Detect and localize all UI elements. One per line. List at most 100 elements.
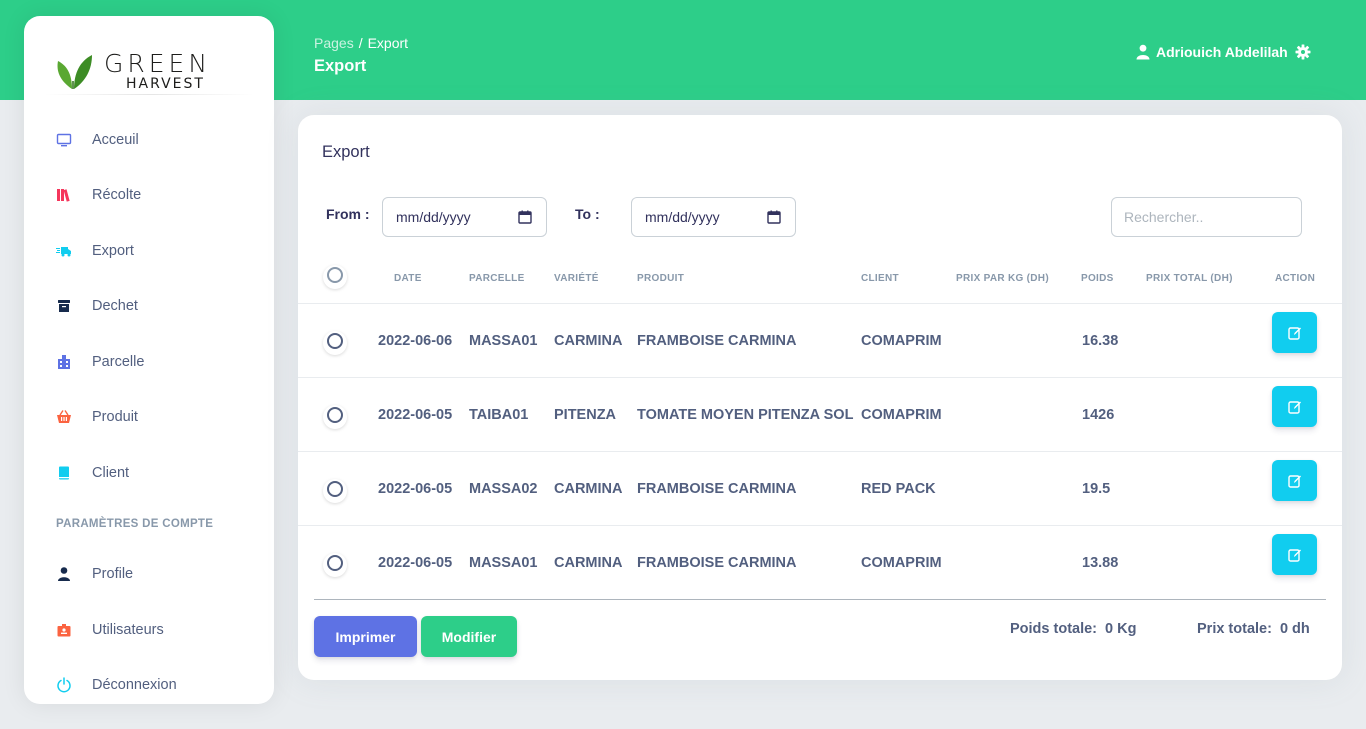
edit-row-button[interactable] (1272, 534, 1317, 575)
gear-icon[interactable] (1295, 44, 1311, 60)
column-header-prix-par-kg[interactable]: PRIX PAR KG (DH) (956, 273, 1049, 284)
sidebar-item-label: Acceuil (92, 131, 139, 148)
sidebar-nav: Acceuil Récolte Export Dechet Parcelle P… (24, 112, 274, 713)
cell-produit: FRAMBOISE CARMINA (637, 333, 797, 349)
table-divider (298, 451, 1342, 452)
sidebar-item-label: Dechet (92, 298, 138, 315)
sidebar-item-profile[interactable]: Profile (24, 547, 274, 603)
sidebar-item-label: Client (92, 464, 130, 481)
cell-parcelle: MASSA01 (469, 555, 538, 571)
cell-variete: CARMINA (554, 555, 623, 571)
breadcrumb: Pages / Export (314, 35, 408, 51)
calendar-icon[interactable] (518, 210, 532, 224)
select-all-checkbox[interactable] (327, 267, 343, 283)
sidebar-item-label: Export (92, 242, 134, 259)
leaf-logo-icon (57, 55, 92, 89)
cell-parcelle: MASSA01 (469, 333, 538, 349)
row-checkbox[interactable] (327, 555, 343, 571)
user-icon (1136, 44, 1150, 60)
sidebar-item-client[interactable]: Client (24, 445, 274, 501)
books-icon (56, 187, 72, 203)
basket-icon (56, 409, 72, 425)
sidebar-item-label: Profile (92, 566, 134, 583)
total-price-label: Prix totale: (1197, 621, 1272, 637)
sidebar-item-recolte[interactable]: Récolte (24, 168, 274, 224)
column-header-poids[interactable]: POIDS (1081, 273, 1114, 284)
search-input[interactable] (1111, 197, 1302, 237)
breadcrumb-current: Export (367, 35, 409, 51)
sidebar-item-dechet[interactable]: Dechet (24, 279, 274, 335)
cell-client: COMAPRIM (861, 407, 942, 423)
column-header-produit[interactable]: PRODUIT (637, 273, 684, 284)
column-header-client[interactable]: CLIENT (861, 273, 899, 284)
to-date-value: mm/dd/yyyy (645, 209, 720, 225)
total-weight-label: Poids totale: (1010, 621, 1098, 637)
sidebar-item-export[interactable]: Export (24, 223, 274, 279)
sidebar-item-deconnexion[interactable]: Déconnexion (24, 658, 274, 714)
breadcrumb-pages-link[interactable]: Pages (314, 35, 354, 51)
cell-produit: FRAMBOISE CARMINA (637, 555, 797, 571)
row-checkbox[interactable] (327, 407, 343, 423)
cell-date: 2022-06-05 (378, 481, 453, 497)
cell-date: 2022-06-05 (378, 407, 453, 423)
table-divider (298, 377, 1342, 378)
column-header-variete[interactable]: VARIÉTÉ (554, 273, 599, 284)
total-price: Prix totale: 0 dh (1197, 621, 1310, 637)
cell-produit: FRAMBOISE CARMINA (637, 481, 797, 497)
from-date-value: mm/dd/yyyy (396, 209, 471, 225)
edit-icon (1287, 326, 1301, 340)
column-header-prix-total[interactable]: PRIX TOTAL (DH) (1146, 273, 1233, 284)
column-header-parcelle[interactable]: PARCELLE (469, 273, 525, 284)
archive-box-icon (56, 298, 72, 314)
cell-poids: 19.5 (1082, 481, 1111, 497)
cell-poids: 16.38 (1082, 333, 1119, 349)
edit-icon (1287, 474, 1301, 488)
sidebar-item-parcelle[interactable]: Parcelle (24, 334, 274, 390)
sidebar-item-acceuil[interactable]: Acceuil (24, 112, 274, 168)
cell-parcelle: TAIBA01 (469, 407, 529, 423)
export-card: Export From : mm/dd/yyyy To : mm/dd/yyyy… (298, 115, 1342, 680)
brand-logo[interactable]: GREEN HARVEST (54, 46, 244, 96)
cell-poids: 1426 (1082, 407, 1115, 423)
cell-parcelle: MASSA02 (469, 481, 538, 497)
row-checkbox[interactable] (327, 481, 343, 497)
monitor-icon (56, 132, 72, 148)
cell-date: 2022-06-05 (378, 555, 453, 571)
card-title: Export (322, 143, 370, 161)
truck-fast-icon (56, 243, 72, 259)
user-menu[interactable]: Adriouich Abdelilah (1136, 44, 1288, 60)
from-date-input[interactable]: mm/dd/yyyy (382, 197, 547, 237)
sidebar-item-utilisateurs[interactable]: Utilisateurs (24, 602, 274, 658)
page-title: Export (314, 57, 367, 75)
account-settings-heading: PARAMÈTRES DE COMPTE (56, 517, 214, 530)
to-date-input[interactable]: mm/dd/yyyy (631, 197, 796, 237)
cell-client: COMAPRIM (861, 555, 942, 571)
column-header-date[interactable]: DATE (394, 273, 422, 284)
edit-row-button[interactable] (1272, 386, 1317, 427)
calendar-icon[interactable] (767, 210, 781, 224)
sidebar-item-label: Produit (92, 409, 138, 426)
from-label: From : (326, 206, 370, 222)
edit-row-button[interactable] (1272, 312, 1317, 353)
row-checkbox[interactable] (327, 333, 343, 349)
cell-produit: TOMATE MOYEN PITENZA SOL (637, 407, 854, 423)
edit-row-button[interactable] (1272, 460, 1317, 501)
table-divider (298, 303, 1342, 304)
to-label: To : (575, 206, 600, 222)
cell-variete: PITENZA (554, 407, 617, 423)
total-weight: Poids totale: 0 Kg (1010, 621, 1136, 637)
sidebar-item-produit[interactable]: Produit (24, 390, 274, 446)
print-button[interactable]: Imprimer (314, 616, 417, 657)
total-weight-value: 0 Kg (1105, 621, 1137, 637)
brand-name-line2: HARVEST (126, 76, 205, 92)
user-name: Adriouich Abdelilah (1156, 44, 1288, 60)
modify-button[interactable]: Modifier (421, 616, 517, 657)
sidebar-item-label: Déconnexion (92, 677, 177, 694)
brand-divider (44, 94, 254, 95)
cell-variete: CARMINA (554, 333, 623, 349)
table-divider (298, 525, 1342, 526)
sidebar-item-label: Parcelle (92, 353, 145, 370)
column-header-action: ACTION (1275, 273, 1316, 284)
sidebar-item-label: Utilisateurs (92, 621, 164, 638)
cell-variete: CARMINA (554, 481, 623, 497)
